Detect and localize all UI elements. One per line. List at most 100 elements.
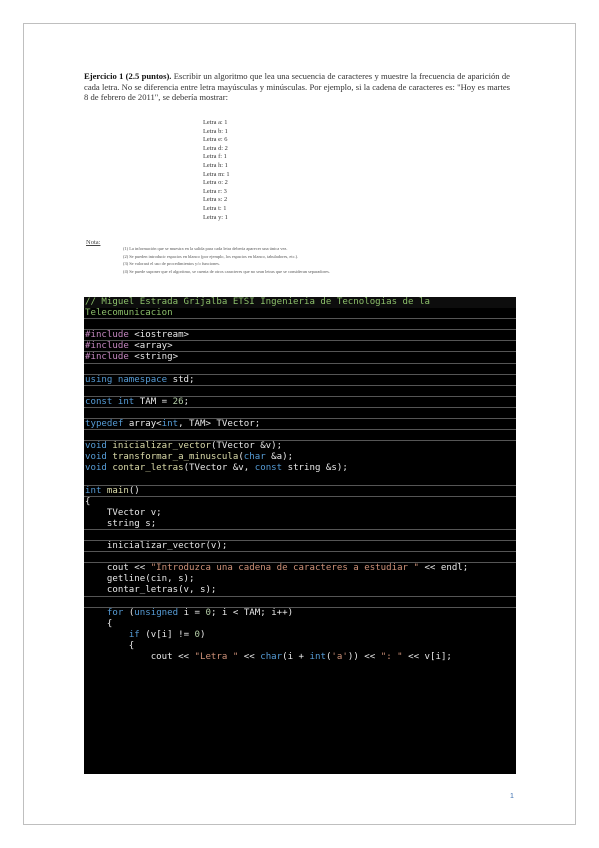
letter-count-line: Letra h: 1 (203, 161, 228, 169)
code-line (84, 386, 516, 397)
code-line: void contar_letras(TVector &v, const str… (84, 463, 516, 474)
code-token-plain: { (85, 496, 91, 507)
code-token-plain: << v[i]; (402, 652, 452, 662)
code-token-plain: << endl; (418, 563, 469, 574)
code-token-kw: const int (85, 396, 140, 407)
letter-frequency-list: Letra a: 1 Letra b: 1 Letra e: 6 Letra d: 2… (203, 119, 323, 222)
code-token-str: "Introduzca una cadena de caracteres a e… (150, 563, 419, 574)
code-token-plain: << (238, 652, 261, 662)
notes-list: (1) La información que se muestra en la … (123, 245, 433, 275)
exercise-title: Ejercicio 1 (2.5 puntos). (84, 71, 172, 81)
code-token-kw: void (85, 452, 113, 463)
code-token-str: 'a' (331, 652, 348, 662)
code-token-plain: ; i < TAM; i++) (210, 607, 294, 618)
code-token-str: ": " (380, 652, 403, 662)
code-token-plain: string &s); (287, 463, 348, 474)
code-block: // Miguel Estrada Grijalba ETSI Ingenier… (84, 297, 516, 774)
code-line (84, 430, 516, 442)
code-token-kw: int (309, 652, 326, 662)
code-token-plain: <iostream> (134, 330, 190, 341)
code-token-kw: void (85, 441, 113, 452)
code-line (84, 597, 516, 608)
letter-count-line: Letra y: 1 (203, 213, 228, 221)
note-item: (4) Se puede suponer que el algoritmo, s… (123, 268, 330, 274)
code-line (84, 408, 516, 420)
code-line: Telecomunicacion (84, 308, 516, 320)
letter-count-line: Letra a: 1 (203, 119, 228, 126)
code-token-plain: ; (183, 396, 190, 407)
code-token-plain: (i + (282, 652, 310, 662)
code-token-plain: getline(cin, s); (85, 574, 195, 585)
code-line: for (unsigned i = 0; i < TAM; i++) (84, 608, 516, 619)
code-token-kw: void (85, 463, 113, 474)
code-line: cout << "Introduzca una cadena de caract… (84, 563, 516, 574)
code-line: // Miguel Estrada Grijalba ETSI Ingenier… (84, 297, 516, 309)
code-line: inicializar_vector(v); (84, 541, 516, 553)
code-line: { (84, 497, 516, 508)
code-token-kw: char (260, 652, 283, 662)
code-token-plain: TVector v; (85, 507, 162, 518)
code-token-plain: <array> (134, 341, 173, 352)
code-token-plain: ) (200, 629, 206, 640)
code-line (84, 530, 516, 542)
code-line: cout << "Letra " << char(i + int('a')) <… (84, 652, 516, 663)
code-line: { (84, 619, 516, 630)
code-token-plain: ( (123, 607, 135, 618)
code-token-plain: { (85, 618, 113, 629)
code-line: const int TAM = 26; (84, 397, 516, 408)
code-token-fn: main (106, 485, 129, 496)
code-line (84, 364, 516, 375)
code-token-kw: if (128, 629, 140, 640)
code-token-plain: cout << (85, 652, 195, 662)
code-line: string s; (84, 519, 516, 530)
code-token-str: "Letra " (194, 652, 239, 662)
code-line: { (84, 641, 516, 652)
code-line (84, 475, 516, 486)
note-item: (3) Se valorará el uso de procedimientos… (123, 261, 220, 267)
code-token-plain: string s; (85, 518, 157, 529)
letter-count-line: Letra e: 6 (203, 136, 228, 144)
letter-count-line: Letra o: 2 (203, 179, 228, 187)
code-line: contar_letras(v, s); (84, 585, 516, 597)
code-line: using namespace std; (84, 375, 516, 386)
letter-count-line: Letra b: 1 (203, 127, 228, 135)
code-line: void inicializar_vector(TVector &v); (84, 441, 516, 452)
code-token-plain: { (85, 640, 135, 651)
letter-count-line: Letra d: 2 (203, 144, 228, 152)
code-token-pre: #include (85, 330, 135, 341)
letter-count-line: Letra f: 1 (203, 153, 227, 161)
code-token-kw: unsigned (134, 607, 179, 618)
note-item: (1) La información que se muestra en la … (123, 246, 288, 251)
code-token-kw: char (243, 452, 266, 463)
code-token-num: 26 (172, 396, 184, 407)
code-token-plain: contar_letras(v, s); (85, 585, 217, 596)
code-token-plain: array< (128, 419, 162, 430)
code-line: getline(cin, s); (84, 574, 516, 585)
exercise-statement: Ejercicio 1 (2.5 puntos). Escribir un al… (84, 71, 510, 103)
code-token-pre: #include (85, 341, 135, 352)
letter-count-line: Letra s: 2 (203, 196, 228, 204)
code-token-comment: Telecomunicacion (85, 308, 173, 319)
code-token-plain: () (128, 485, 140, 496)
code-line: if (v[i] != 0) (84, 630, 516, 641)
code-line (84, 319, 516, 331)
page-number: 1 (510, 793, 514, 800)
letter-count-line: Letra m: 1 (203, 170, 230, 178)
code-token-plain: (TVector &v); (210, 441, 283, 452)
code-token-kw: int (161, 419, 179, 430)
code-token-kw: for (106, 607, 124, 618)
code-token-plain: inicializar_vector(v); (85, 541, 228, 552)
code-token-plain: <string> (134, 352, 179, 363)
code-token-comment: // Miguel Estrada Grijalba ETSI Ingenier… (85, 297, 430, 307)
code-line: TVector v; (84, 508, 516, 519)
code-token-plain: i = (178, 607, 206, 618)
code-token-plain: (TVector &v, (183, 463, 255, 474)
code-token-plain: cout << (85, 563, 151, 574)
code-token-plain: &a); (265, 452, 294, 463)
letter-count-line: Letra t: 1 (203, 204, 227, 212)
note-label: Nota: (86, 239, 101, 246)
note-item: (2) Se pueden introducir espacios en bla… (123, 253, 299, 259)
code-line: int main() (84, 486, 516, 497)
